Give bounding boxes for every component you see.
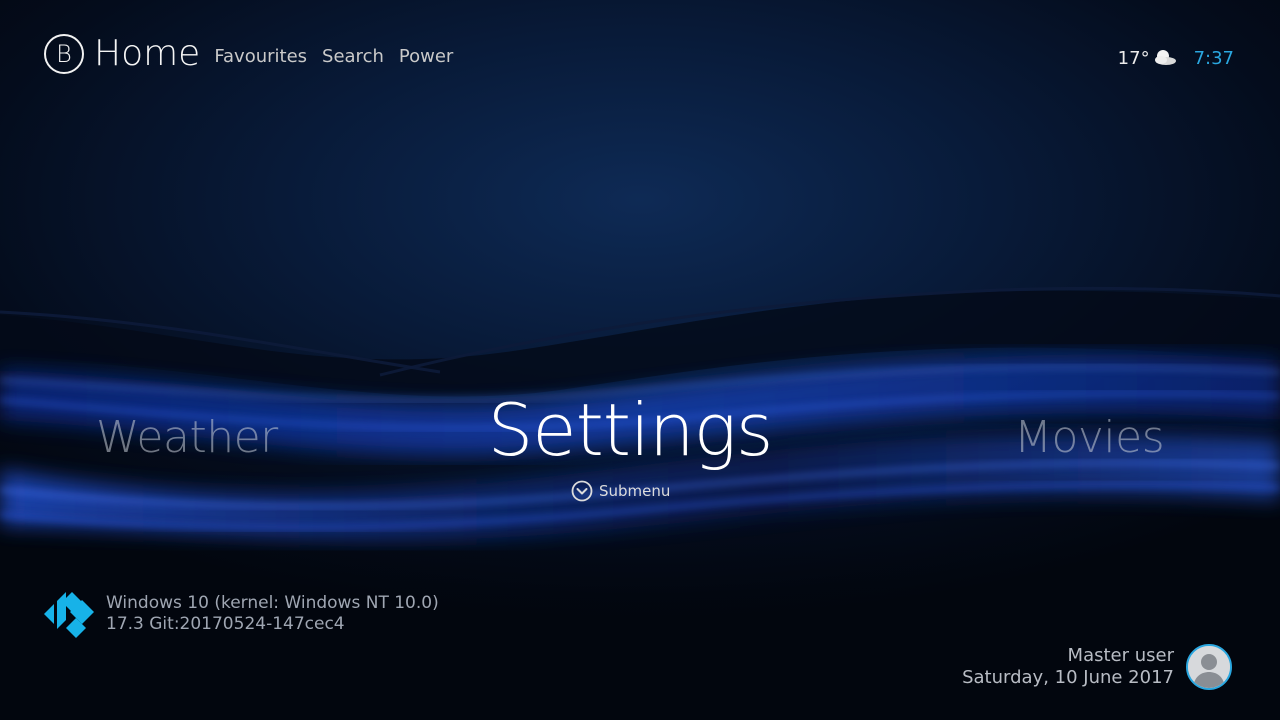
- kodi-logo-icon: [44, 592, 94, 638]
- build-version: 17.3 Git:20170524-147cec4: [106, 614, 345, 634]
- menu-item-movies[interactable]: Movies: [1014, 412, 1165, 463]
- status-area: 17° 7:37: [1118, 46, 1234, 70]
- home-screen: B Home Favourites Search Power 17° 7:37 …: [0, 0, 1280, 720]
- skin-logo-icon: B: [44, 34, 84, 74]
- clock: 7:37: [1193, 47, 1234, 69]
- user-info: Master user Saturday, 10 June 2017: [962, 644, 1232, 690]
- top-bar: B Home Favourites Search Power: [44, 34, 468, 74]
- os-version: Windows 10 (kernel: Windows NT 10.0): [106, 593, 439, 613]
- temperature-readout: 17°: [1117, 47, 1150, 69]
- user-avatar-icon: [1188, 646, 1230, 688]
- search-link[interactable]: Search: [322, 31, 384, 77]
- submenu-label: Submenu: [599, 482, 671, 500]
- page-title: Home: [94, 33, 201, 74]
- avatar[interactable]: [1186, 644, 1232, 690]
- chevron-down-circle-icon: [571, 480, 593, 502]
- system-info: Windows 10 (kernel: Windows NT 10.0) 17.…: [44, 588, 439, 640]
- power-link[interactable]: Power: [399, 31, 453, 77]
- submenu-button[interactable]: Submenu: [571, 480, 670, 502]
- favourites-link[interactable]: Favourites: [214, 31, 307, 77]
- system-text: Windows 10 (kernel: Windows NT 10.0) 17.…: [106, 593, 439, 635]
- user-text: Master user Saturday, 10 June 2017: [962, 645, 1174, 689]
- user-name: Master user: [1067, 645, 1174, 666]
- current-date: Saturday, 10 June 2017: [962, 667, 1174, 688]
- partly-cloudy-icon: [1154, 50, 1176, 65]
